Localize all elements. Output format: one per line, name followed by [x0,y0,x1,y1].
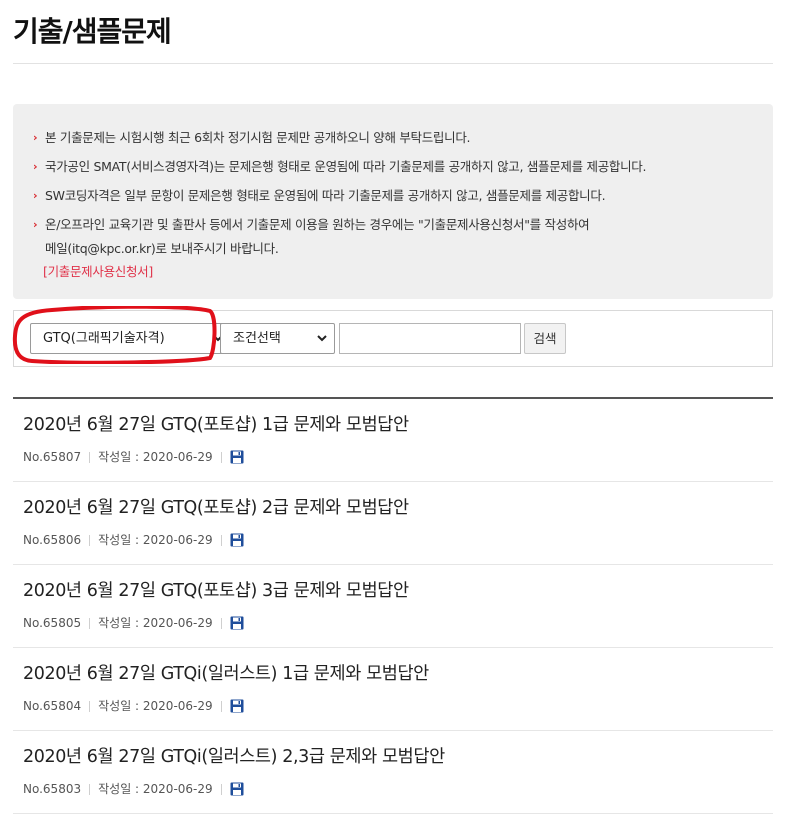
post-number: No.65807 [23,450,82,464]
chevron-right-icon: › [33,218,38,231]
condition-select[interactable]: 조건선택 [220,323,335,354]
title-divider [13,63,773,64]
post-date: 작성일 : 2020-06-29 [98,450,213,464]
meta-separator [220,451,222,463]
notice-box: › 본 기출문제는 시험시행 최근 6회차 정기시험 문제만 공개하오니 양해 … [13,104,773,299]
chevron-right-icon: › [33,131,38,144]
post-title[interactable]: 2020년 6월 27일 GTQi(일러스트) 1급 문제와 모범답안 [23,662,773,686]
post-date: 작성일 : 2020-06-29 [98,699,213,713]
list-item[interactable]: 2020년 6월 27일 GTQ(포토샵) 3급 문제와 모범답안 No.658… [13,565,773,648]
notice-text: 메일(itq@kpc.or.kr)로 보내주시기 바랍니다. [45,241,279,256]
application-form-link[interactable]: [기출문제사용신청서] [43,262,153,282]
list-item[interactable]: 2020년 6월 27일 GTQi(일러스트) 2,3급 문제와 모범답안 No… [13,731,773,814]
post-title[interactable]: 2020년 6월 27일 GTQ(포토샵) 1급 문제와 모범답안 [23,413,773,437]
chevron-down-icon [316,324,328,364]
post-number: No.65804 [23,699,82,713]
post-meta: No.65807 작성일 : 2020-06-29 [23,449,773,465]
meta-separator [89,700,91,712]
post-title[interactable]: 2020년 6월 27일 GTQ(포토샵) 3급 문제와 모범답안 [23,579,773,603]
meta-separator [89,451,91,463]
chevron-right-icon: › [33,160,38,173]
notice-text: 온/오프라인 교육기관 및 출판사 등에서 기출문제 이용을 원하는 경우에는 … [45,217,590,232]
notice-item: › SW코딩자격은 일부 문항이 문제은행 형태로 운영됨에 따라 기출문제를 … [33,184,753,208]
page-title: 기출/샘플문제 [13,15,172,48]
meta-separator [89,783,91,795]
meta-separator [89,617,91,629]
search-bar: GTQ(그래픽기술자격) 조건선택 검색 [13,310,773,367]
post-number: No.65806 [23,533,82,547]
search-input[interactable] [339,323,521,354]
notice-text: 국가공인 SMAT(서비스경영자격)는 문제은행 형태로 운영됨에 따라 기출문… [45,159,647,174]
meta-separator [220,783,222,795]
post-list: 2020년 6월 27일 GTQ(포토샵) 1급 문제와 모범답안 No.658… [13,399,773,814]
list-item[interactable]: 2020년 6월 27일 GTQ(포토샵) 2급 문제와 모범답안 No.658… [13,482,773,565]
list-item[interactable]: 2020년 6월 27일 GTQ(포토샵) 1급 문제와 모범답안 No.658… [13,399,773,482]
post-meta: No.65803 작성일 : 2020-06-29 [23,781,773,797]
search-button[interactable]: 검색 [524,323,566,354]
post-meta: No.65805 작성일 : 2020-06-29 [23,615,773,631]
meta-separator [220,700,222,712]
chevron-right-icon: › [33,189,38,202]
notice-item: › 본 기출문제는 시험시행 최근 6회차 정기시험 문제만 공개하오니 양해 … [33,126,753,150]
save-icon[interactable] [230,450,244,464]
post-date: 작성일 : 2020-06-29 [98,616,213,630]
post-title[interactable]: 2020년 6월 27일 GTQi(일러스트) 2,3급 문제와 모범답안 [23,745,773,769]
notice-item: › 온/오프라인 교육기관 및 출판사 등에서 기출문제 이용을 원하는 경우에… [33,213,753,261]
post-number: No.65805 [23,616,82,630]
post-number: No.65803 [23,782,82,796]
save-icon[interactable] [230,616,244,630]
condition-select-value: 조건선택 [233,331,281,346]
post-meta: No.65804 작성일 : 2020-06-29 [23,698,773,714]
post-meta: No.65806 작성일 : 2020-06-29 [23,532,773,548]
notice-text: 본 기출문제는 시험시행 최근 6회차 정기시험 문제만 공개하오니 양해 부탁… [45,130,471,145]
notice-item: › 국가공인 SMAT(서비스경영자격)는 문제은행 형태로 운영됨에 따라 기… [33,155,753,179]
post-title[interactable]: 2020년 6월 27일 GTQ(포토샵) 2급 문제와 모범답안 [23,496,773,520]
post-date: 작성일 : 2020-06-29 [98,533,213,547]
save-icon[interactable] [230,533,244,547]
meta-separator [220,617,222,629]
notice-text: SW코딩자격은 일부 문항이 문제은행 형태로 운영됨에 따라 기출문제를 공개… [45,188,606,203]
save-icon[interactable] [230,699,244,713]
meta-separator [89,534,91,546]
post-date: 작성일 : 2020-06-29 [98,782,213,796]
list-item[interactable]: 2020년 6월 27일 GTQi(일러스트) 1급 문제와 모범답안 No.6… [13,648,773,731]
exam-select[interactable]: GTQ(그래픽기술자격) [30,323,231,354]
meta-separator [220,534,222,546]
exam-select-value: GTQ(그래픽기술자격) [43,331,165,346]
save-icon[interactable] [230,782,244,796]
